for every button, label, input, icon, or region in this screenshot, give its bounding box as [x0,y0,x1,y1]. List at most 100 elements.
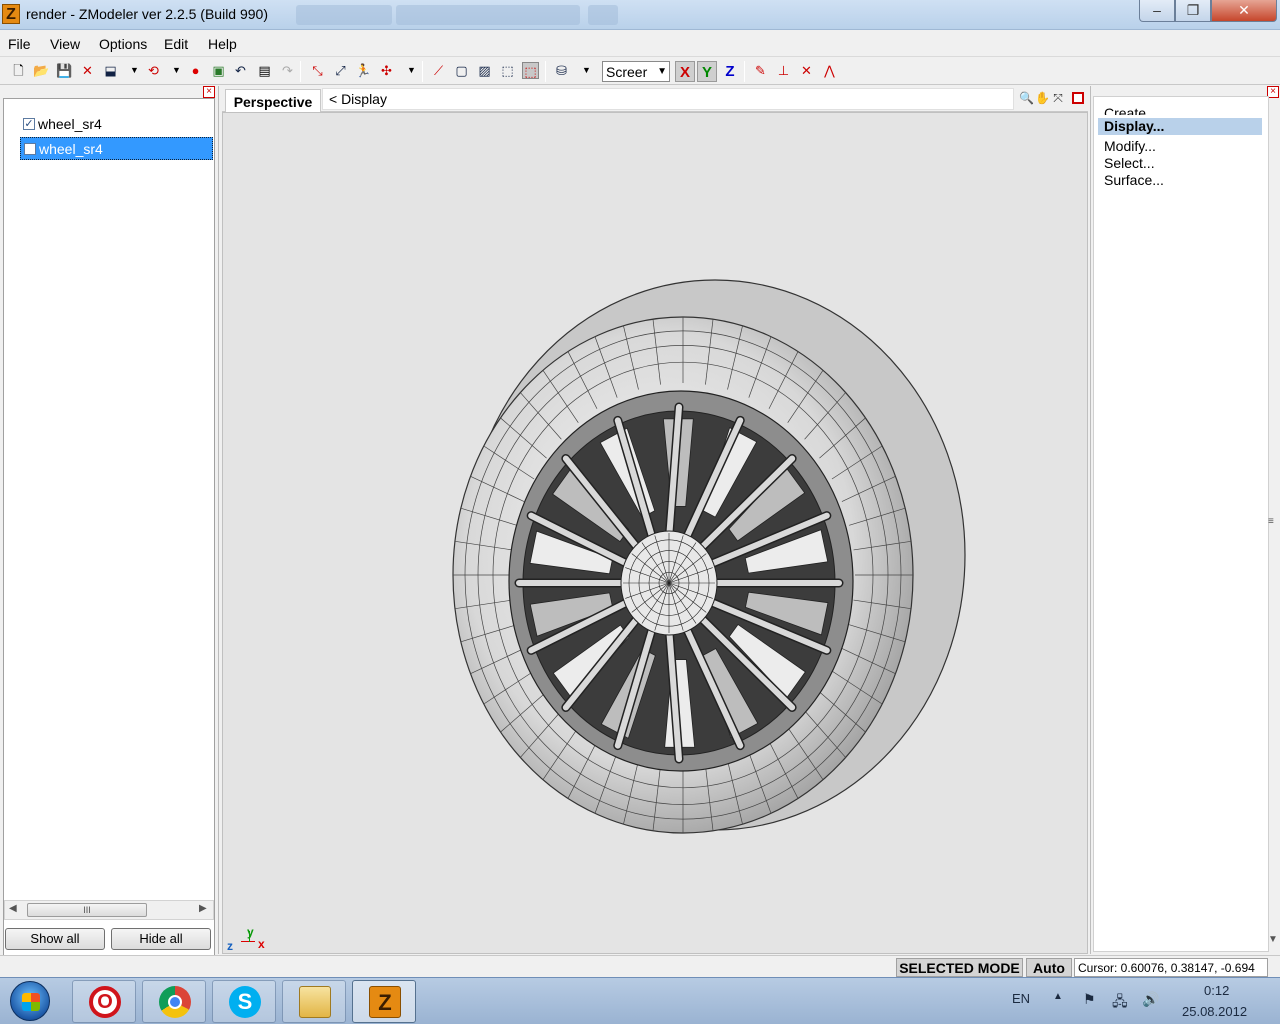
properties-icon[interactable]: ▤ [256,62,273,79]
clock-time[interactable]: 0:12 [1204,983,1229,998]
windows-logo-icon [22,993,40,1011]
menu-edit[interactable]: Edit [164,36,188,52]
command-list: Create Display... Modify... Select... Su… [1093,96,1269,952]
show-hidden-icons-icon[interactable]: ▲ [1053,991,1063,1002]
checkbox-checked-icon[interactable]: ✓ [23,118,35,130]
select-vertex-icon[interactable]: ⤡ [309,62,326,79]
objects-panel: × ✓ wheel_sr4 wheel_sr4 ◀ III ▶ Show all… [0,86,219,986]
command-create[interactable]: Create [1104,105,1146,115]
toolbar-separator [744,61,745,82]
scroll-left-icon[interactable]: ◀ [9,903,17,914]
render-sphere-icon[interactable]: ● [187,62,204,79]
maximize-viewport-icon[interactable] [1072,92,1084,104]
close-icon[interactable]: × [203,86,215,98]
tab-perspective[interactable]: Perspective [225,89,321,112]
volume-icon[interactable]: 🔊 [1142,991,1159,1008]
title-bar[interactable]: Z render - ZModeler ver 2.2.5 (Build 990… [0,0,1280,30]
axis-x-toggle[interactable]: X [675,61,695,82]
material-bucket-icon[interactable]: ⛁ [553,62,570,79]
multi-select-icon[interactable]: ✣ [378,62,395,79]
tree-item-label: wheel_sr4 [39,141,103,157]
axis-gizmo: z y x [227,925,271,955]
breadcrumb[interactable]: < Display [322,88,1014,110]
status-auto[interactable]: Auto [1026,958,1072,977]
taskbar-app-opera[interactable]: O [72,980,136,1023]
viewport-header: Perspective < Display 🔍 ✋ ⤧ [222,86,1088,112]
zoom-icon[interactable]: 🔍 [1019,91,1034,105]
network-icon[interactable]: 🖧 [1112,991,1128,1015]
redo-icon[interactable]: ↷ [279,62,296,79]
select-edge-icon[interactable]: ⤢ [332,62,349,79]
axis-y-toggle[interactable]: Y [697,61,717,82]
face-mode-icon[interactable]: ▨ [476,62,493,79]
start-button[interactable] [10,981,50,1021]
background-window-ghost [296,5,392,25]
taskbar-app-skype[interactable]: S [212,980,276,1023]
menu-view[interactable]: View [50,36,80,52]
chrome-icon [159,986,191,1018]
main-toolbar: 🗋 📂 💾 ✕ ⬓ ▼ ⟲ ▼ ● ▣ ↶ ▤ ↷ ⤡ ⤢ 🏃 ✣ ▼ ⟋ ▢ … [0,58,1280,85]
dropdown-arrow-icon[interactable]: ▼ [168,62,185,79]
tree-item-selected[interactable]: wheel_sr4 [20,137,213,160]
scroll-down-icon[interactable]: ▼ [1268,934,1278,945]
figure-icon[interactable]: 🏃 [355,62,372,79]
scale-axis-icon[interactable]: ⋀ [821,62,838,79]
delete-icon[interactable]: ✕ [79,62,96,79]
edge-mode-icon[interactable]: ▢ [453,62,470,79]
command-display[interactable]: Display... [1098,118,1262,135]
texture-icon[interactable]: ▣ [210,62,227,79]
command-surface[interactable]: Surface... [1104,172,1164,189]
tree-item[interactable]: ✓ wheel_sr4 [20,113,213,136]
command-modify[interactable]: Modify... [1104,138,1156,155]
undo-icon[interactable]: ↶ [232,62,249,79]
language-indicator[interactable]: EN [1012,991,1030,1006]
status-bar: SELECTED MODE Auto Cursor: 0.60076, 0.38… [0,955,1280,977]
close-button[interactable]: ✕ [1211,0,1277,22]
paint-icon[interactable]: ✎ [752,62,769,79]
scroll-right-icon[interactable]: ▶ [199,903,207,914]
pan-hand-icon[interactable]: ✋ [1035,91,1050,105]
new-file-icon[interactable]: 🗋 [10,62,27,79]
command-select[interactable]: Select... [1104,155,1155,172]
taskbar-app-explorer[interactable] [282,980,346,1023]
axis-y-line [249,931,250,942]
perspective-viewport[interactable]: z y x [222,112,1088,954]
rotate-view-icon[interactable]: ⤧ [1051,91,1065,105]
object-mode-icon[interactable]: ⬚ [499,62,516,79]
move-axis-icon[interactable]: ⊥ [775,62,792,79]
taskbar-app-zmodeler[interactable]: Z [352,980,416,1023]
show-all-button[interactable]: Show all [5,928,105,950]
rotate-axis-icon[interactable]: ✕ [798,62,815,79]
folder-icon [299,986,331,1018]
zmodeler-app-icon[interactable]: Z [2,4,20,24]
minimize-button[interactable]: ‒ [1139,0,1175,22]
undo-group-icon[interactable]: ⟲ [145,62,162,79]
toolbar-separator [545,61,546,82]
clock-date[interactable]: 25.08.2012 [1182,1004,1247,1019]
scroll-grip-icon[interactable]: ≡ [1268,516,1274,527]
menu-help[interactable]: Help [208,36,237,52]
action-center-flag-icon[interactable]: ⚑ [1083,991,1096,1008]
maximize-button[interactable]: ❐ [1175,0,1211,22]
vertex-mode-icon[interactable]: ⟋ [430,62,447,79]
save-icon[interactable]: 💾 [56,62,73,79]
import-icon[interactable]: ⬓ [102,62,119,79]
coordinate-system-select[interactable]: Screer ▼ [602,61,670,82]
background-window-ghost [396,5,580,25]
scroll-thumb[interactable]: III [27,903,147,917]
menu-file[interactable]: File [8,36,31,52]
chevron-down-icon: ▼ [657,66,667,77]
open-folder-icon[interactable]: 📂 [33,62,50,79]
axis-z-toggle[interactable]: Z [720,61,740,82]
selection-cube-icon[interactable]: ⬚ [522,62,539,79]
dropdown-arrow-icon[interactable]: ▼ [578,62,595,79]
dropdown-arrow-icon[interactable]: ▼ [403,62,420,79]
checkbox-unchecked-icon[interactable] [24,143,36,155]
window-title: render - ZModeler ver 2.2.5 (Build 990) [26,6,268,22]
dropdown-arrow-icon[interactable]: ▼ [126,62,143,79]
menu-options[interactable]: Options [99,36,147,52]
hide-all-button[interactable]: Hide all [111,928,211,950]
object-tree[interactable]: ✓ wheel_sr4 wheel_sr4 [3,98,215,986]
horizontal-scrollbar[interactable]: ◀ III ▶ [4,900,214,920]
taskbar-app-chrome[interactable] [142,980,206,1023]
